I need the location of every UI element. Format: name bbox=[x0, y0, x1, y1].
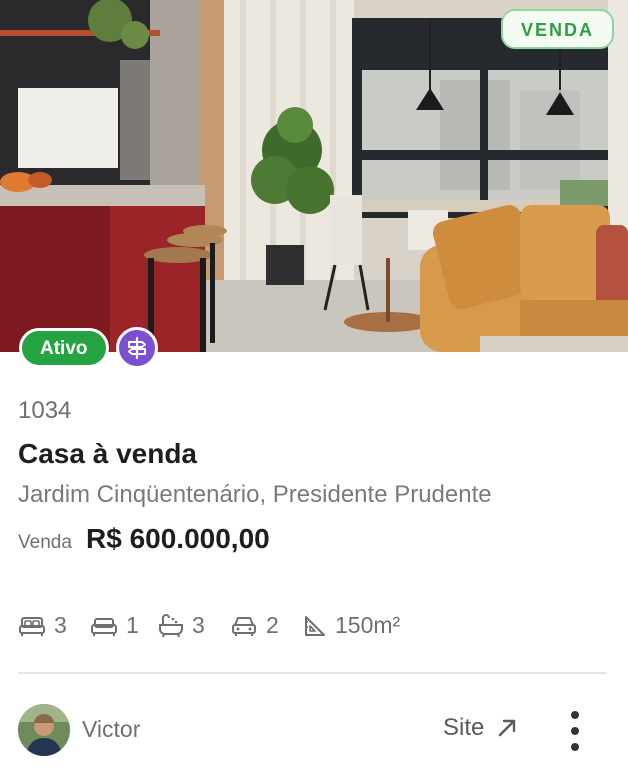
more-options-icon[interactable] bbox=[562, 711, 588, 751]
property-price: R$ 600.000,00 bbox=[86, 523, 270, 554]
agent-name: Victor bbox=[82, 716, 141, 742]
bed-icon bbox=[19, 616, 45, 636]
arrow-up-right-icon bbox=[499, 719, 516, 737]
feature-garage: 2 bbox=[230, 612, 279, 639]
property-code: 1034 bbox=[18, 397, 72, 424]
feature-value: 1 bbox=[126, 612, 139, 638]
feature-bathrooms: 3 bbox=[158, 612, 205, 639]
signpost-icon bbox=[116, 327, 158, 369]
status-badge: Ativo bbox=[19, 328, 109, 368]
agent-avatar[interactable] bbox=[18, 704, 70, 756]
car-icon bbox=[232, 616, 256, 636]
living-room-photo-image bbox=[0, 0, 628, 352]
sofa-icon bbox=[91, 617, 117, 636]
site-link-label: Site bbox=[443, 714, 485, 741]
property-card[interactable]: VENDA Ativo 1034 Casa à venda Jardim Cin… bbox=[0, 0, 628, 778]
feature-area: 150m² bbox=[303, 612, 400, 639]
feature-bedrooms: 3 bbox=[18, 612, 67, 639]
property-title[interactable]: Casa à venda bbox=[18, 438, 197, 470]
divider bbox=[18, 672, 607, 674]
feature-value: 3 bbox=[192, 612, 205, 638]
area-icon bbox=[305, 615, 325, 636]
feature-value: 150m² bbox=[335, 612, 401, 638]
property-photo[interactable]: VENDA bbox=[0, 0, 628, 352]
feature-suites: 1 bbox=[90, 612, 139, 639]
price-label: Venda bbox=[18, 532, 72, 553]
feature-value: 3 bbox=[54, 612, 67, 638]
property-location: Jardim Cinqüentenário, Presidente Pruden… bbox=[18, 481, 492, 508]
bathtub-icon bbox=[159, 613, 183, 637]
feature-value: 2 bbox=[266, 612, 279, 638]
deal-type-badge: VENDA bbox=[500, 9, 614, 49]
site-link[interactable]: Site bbox=[443, 714, 518, 742]
